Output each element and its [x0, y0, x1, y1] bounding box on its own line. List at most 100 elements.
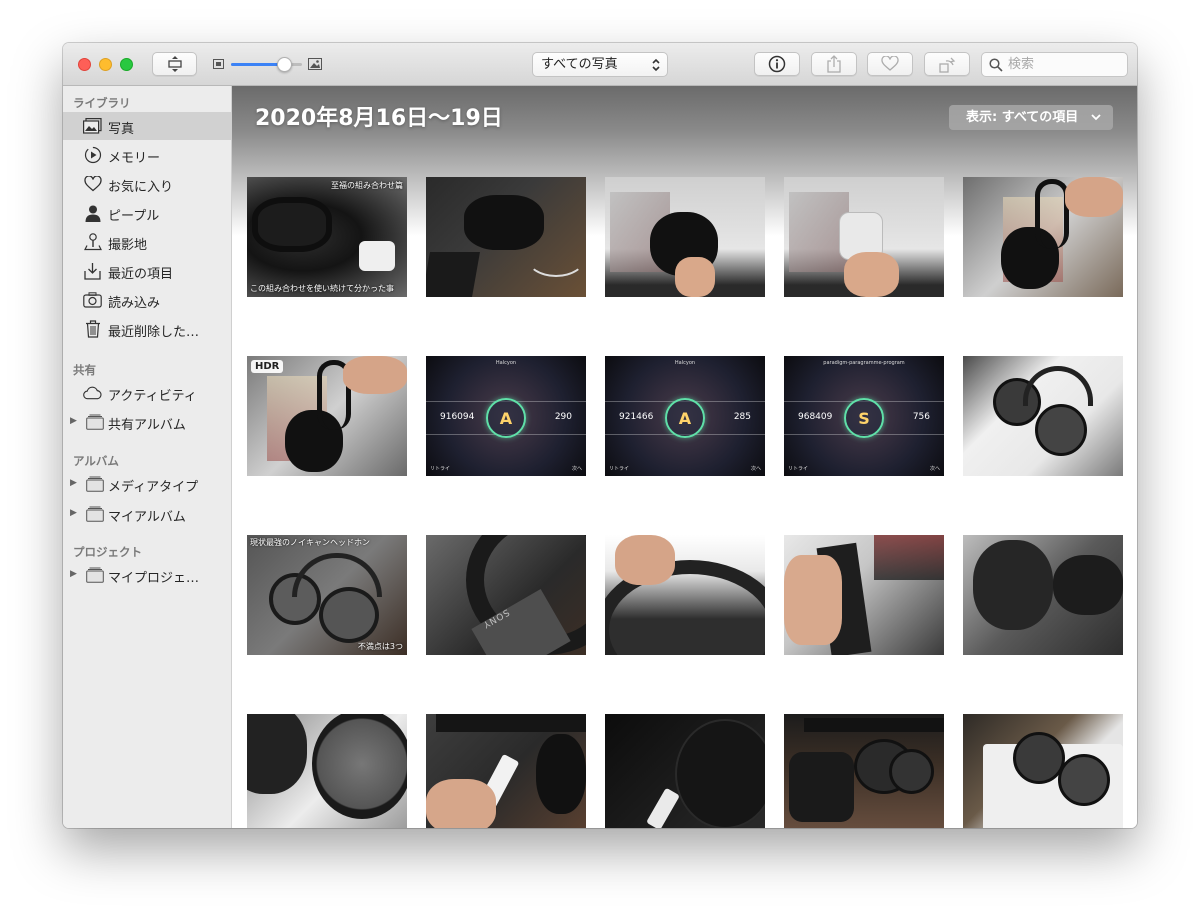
photo-thumbnail[interactable] — [784, 177, 944, 297]
photo-thumbnail[interactable] — [963, 356, 1123, 476]
sidebar-item-label: マイプロジェ… — [108, 571, 200, 586]
sidebar-item-label: ピープル — [108, 209, 160, 224]
photo-thumbnail[interactable]: paradigm-paragramme-program 968409 S 756… — [784, 356, 944, 476]
zoom-window-button[interactable] — [120, 58, 133, 71]
search-placeholder: 検索 — [1008, 57, 1035, 72]
camera-icon — [83, 291, 102, 309]
rotate-button[interactable] — [924, 52, 970, 76]
sidebar: ライブラリ 写真 メモリー お気に入り ピープル 撮影地 最近の項目 読み込み — [63, 86, 232, 828]
photo-caption: 至福の組み合わせ篇 — [331, 181, 403, 190]
disclosure-triangle-icon[interactable]: ▶ — [70, 508, 77, 518]
photo-thumbnail[interactable]: Halcyon 916094 A 290 リトライ 次へ — [426, 356, 586, 476]
photo-caption: Halcyon — [674, 360, 696, 366]
photos-icon — [83, 117, 102, 135]
sidebar-item-label: メディアタイプ — [108, 480, 199, 495]
sidebar-item-favorites[interactable]: お気に入り — [63, 170, 231, 198]
search-icon — [989, 58, 1003, 72]
toolbar: すべての写真 検索 — [63, 43, 1137, 86]
minimize-window-button[interactable] — [99, 58, 112, 71]
share-button[interactable] — [811, 52, 857, 76]
photo-caption: paradigm-paragramme-program — [823, 360, 905, 366]
zoom-slider-knob[interactable] — [277, 57, 292, 72]
photo-thumbnail[interactable]: SONY — [426, 535, 586, 655]
photo-thumbnail[interactable] — [963, 535, 1123, 655]
photo-caption: 次へ — [750, 466, 761, 472]
heart-icon — [83, 175, 102, 193]
photo-thumbnail[interactable]: 至福の組み合わせ篇 この組み合わせを使い続けて分かった事 — [247, 177, 407, 297]
photo-thumbnail[interactable] — [426, 177, 586, 297]
expand-arrows-icon — [167, 56, 182, 72]
folder-icon — [85, 475, 104, 493]
photo-thumbnail[interactable] — [784, 535, 944, 655]
photo-thumbnail[interactable] — [247, 714, 407, 828]
photo-thumbnail[interactable] — [605, 177, 765, 297]
sidebar-item-media-types[interactable]: ▶ メディアタイプ — [63, 470, 231, 498]
import-arrow-icon — [83, 262, 102, 280]
rotate-icon — [939, 57, 956, 73]
location-pin-icon — [83, 233, 102, 251]
photo-caption: 現状最強のノイキャンヘッドホン — [250, 538, 370, 547]
photo-thumbnail[interactable]: Halcyon 921466 A 285 リトライ 次へ — [605, 356, 765, 476]
toggle-sidebar-button[interactable] — [152, 52, 197, 76]
info-icon — [768, 55, 786, 73]
favorite-button[interactable] — [867, 52, 913, 76]
memories-icon — [83, 146, 102, 164]
up-down-chevron-icon — [652, 58, 660, 72]
filter-button[interactable]: 表示: すべての項目 — [949, 105, 1113, 130]
photo-thumbnail[interactable] — [784, 714, 944, 828]
section-title-projects: プロジェクト — [73, 545, 142, 559]
sidebar-item-label: 読み込み — [108, 296, 161, 311]
zoom-out-photo-icon[interactable] — [213, 59, 224, 69]
sidebar-item-label: お気に入り — [108, 180, 174, 195]
filter-label: 表示: すべての項目 — [966, 110, 1079, 125]
photo-thumbnail[interactable] — [605, 535, 765, 655]
photo-caption: Halcyon — [495, 360, 517, 366]
chevron-down-icon — [1091, 114, 1101, 121]
photo-caption: 不満点は3つ — [357, 642, 403, 651]
sidebar-item-label: 写真 — [108, 122, 135, 137]
sidebar-item-label: 最近削除した… — [108, 325, 200, 340]
photo-thumbnail[interactable] — [963, 177, 1123, 297]
photo-caption: リトライ — [788, 466, 809, 472]
sidebar-item-my-projects[interactable]: ▶ マイプロジェ… — [63, 561, 231, 589]
sidebar-item-imports[interactable]: 読み込み — [63, 286, 231, 314]
disclosure-triangle-icon[interactable]: ▶ — [70, 569, 77, 579]
sidebar-item-my-albums[interactable]: ▶ マイアルバム — [63, 500, 231, 528]
photo-thumbnail[interactable] — [963, 714, 1123, 828]
heart-icon — [881, 56, 899, 71]
hdr-badge: HDR — [251, 360, 284, 373]
disclosure-triangle-icon[interactable]: ▶ — [70, 478, 77, 488]
sidebar-item-recently-deleted[interactable]: 最近削除した… — [63, 315, 231, 343]
search-field[interactable]: 検索 — [981, 52, 1128, 77]
photo-thumbnail[interactable]: 現状最強のノイキャンヘッドホン 不満点は3つ — [247, 535, 407, 655]
view-select-label: すべての写真 — [541, 57, 618, 72]
disclosure-triangle-icon[interactable]: ▶ — [70, 416, 77, 426]
grade-ring: A — [486, 398, 526, 438]
zoom-in-photo-icon[interactable] — [308, 58, 322, 70]
photo-thumbnail[interactable] — [605, 714, 765, 828]
sidebar-item-places[interactable]: 撮影地 — [63, 228, 231, 256]
photo-caption: 次へ — [571, 466, 582, 472]
folder-icon — [85, 505, 104, 523]
section-title-shared: 共有 — [73, 363, 96, 377]
photo-thumbnail[interactable]: HDR — [247, 356, 407, 476]
sidebar-item-recents[interactable]: 最近の項目 — [63, 257, 231, 285]
close-window-button[interactable] — [78, 58, 91, 71]
sidebar-item-memories[interactable]: メモリー — [63, 141, 231, 169]
sidebar-item-photos[interactable]: 写真 — [63, 112, 231, 140]
photo-thumbnail[interactable] — [426, 714, 586, 828]
moment-date-title: 2020年8月16日〜19日 — [255, 106, 503, 131]
photo-caption: 968409 — [798, 412, 833, 422]
photo-caption: リトライ — [609, 466, 630, 472]
info-button[interactable] — [754, 52, 800, 76]
photo-caption: 756 — [912, 412, 930, 422]
view-select[interactable]: すべての写真 — [532, 52, 668, 77]
sidebar-item-activity[interactable]: アクティビティ — [63, 379, 231, 407]
person-icon — [83, 204, 102, 222]
cloud-icon — [83, 384, 102, 402]
sidebar-item-label: 撮影地 — [108, 238, 148, 253]
grade-ring: A — [665, 398, 705, 438]
sidebar-item-shared-albums[interactable]: ▶ 共有アルバム — [63, 408, 231, 436]
sidebar-item-people[interactable]: ピープル — [63, 199, 231, 227]
photos-window: すべての写真 検索 ライブラリ 写真 メモリー お気に入り ピープル 撮影地 最… — [63, 43, 1137, 828]
